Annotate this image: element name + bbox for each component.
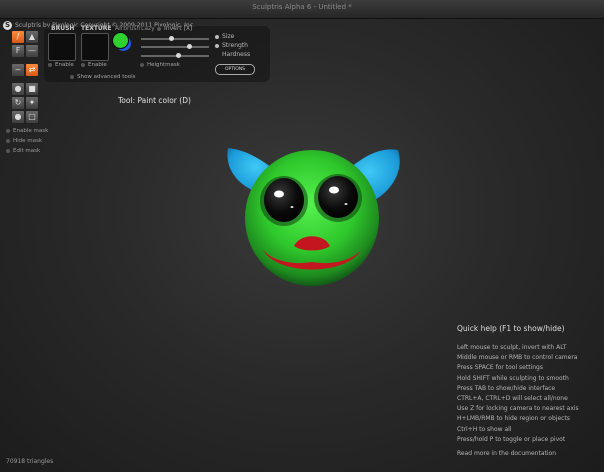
right-eye-highlight — [329, 186, 339, 194]
quick-help-line: Hold SHIFT while sculpting to smooth — [457, 374, 569, 382]
right-eye-glint — [344, 203, 348, 205]
triangle-count: 70918 triangles — [6, 458, 54, 465]
left-eye — [264, 178, 304, 222]
quick-help-line: H+LMB/RMB to hide region or objects — [457, 415, 570, 423]
quick-help-line: Middle mouse or RMB to control camera — [457, 354, 578, 362]
quick-help-line: CTRL+A, CTRL+D will select all/none — [457, 395, 568, 403]
quick-help-title: Quick help (F1 to show/hide) — [457, 324, 565, 333]
documentation-link[interactable]: Read more in the documentation — [457, 450, 602, 457]
quick-help-line: Ctrl+H to show all — [457, 425, 512, 433]
quick-help-line: Press TAB to show/hide interface — [457, 384, 556, 392]
left-eye-glint — [290, 206, 294, 208]
quick-help-line: Use Z for locking camera to nearest axis — [457, 405, 579, 413]
quick-help-panel: Quick help (F1 to show/hide) Left mouse … — [457, 324, 602, 457]
quick-help-line: Left mouse to sculpt, invert with ALT — [457, 344, 567, 351]
quick-help-line: Press SPACE for tool settings — [457, 364, 543, 372]
right-eye — [318, 176, 358, 218]
quick-help-line: Press/hold P to toggle or place pivot — [457, 435, 566, 443]
left-eye-highlight — [274, 190, 284, 198]
